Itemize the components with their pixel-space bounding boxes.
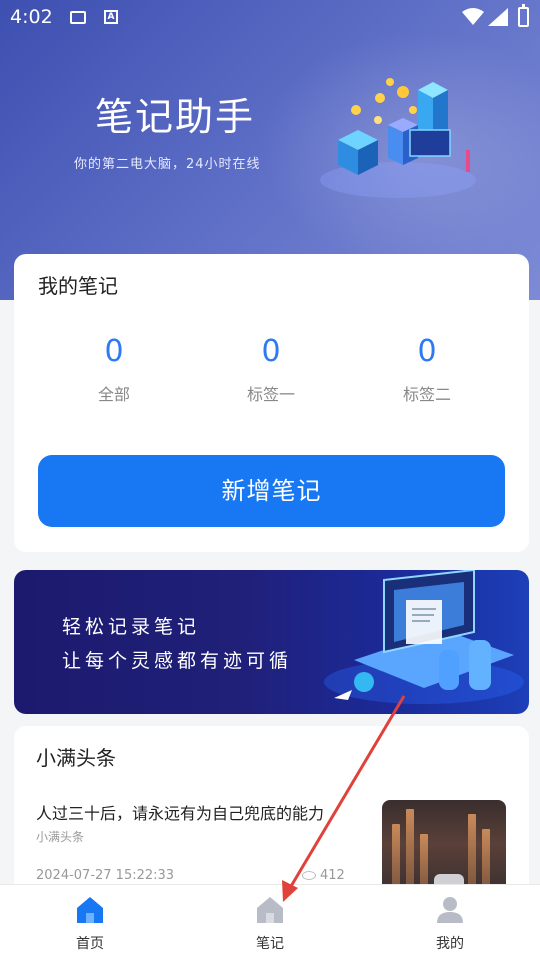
stat-all-count: 0 bbox=[104, 334, 124, 369]
tab-notes-label: 笔记 bbox=[256, 936, 284, 952]
stat-tag-two-count: 0 bbox=[417, 334, 437, 369]
tab-home[interactable]: 首页 bbox=[30, 885, 150, 960]
my-notes-card: 我的笔记 0 全部 0 标签一 0 标签二 新增笔记 bbox=[14, 254, 529, 552]
wifi-icon bbox=[462, 8, 484, 25]
status-bar: 4:02 A bbox=[0, 0, 540, 36]
home-icon bbox=[77, 897, 103, 923]
home-icon bbox=[257, 897, 283, 923]
image-icon bbox=[70, 11, 86, 24]
stat-tag-one-count: 0 bbox=[261, 334, 281, 369]
status-time: 4:02 bbox=[10, 6, 53, 28]
tab-home-label: 首页 bbox=[76, 936, 104, 952]
app-title: 笔记助手 bbox=[95, 95, 256, 139]
banner-line-1: 轻松记录笔记 bbox=[62, 616, 201, 638]
a-icon: A bbox=[104, 10, 118, 24]
stat-tag-one[interactable]: 0 标签一 bbox=[196, 334, 346, 405]
user-icon bbox=[437, 897, 463, 923]
tab-notes[interactable]: 笔记 bbox=[210, 885, 330, 960]
laptop-illustration bbox=[324, 570, 524, 704]
stat-tag-one-label: 标签一 bbox=[246, 385, 295, 404]
add-note-button[interactable]: 新增笔记 bbox=[38, 455, 505, 527]
news-item-views: 412 bbox=[302, 868, 345, 883]
banner-line-2: 让每个灵感都有迹可循 bbox=[62, 650, 293, 672]
eye-icon bbox=[302, 871, 316, 880]
bottom-tab-bar: 首页 笔记 我的 bbox=[0, 884, 540, 960]
news-item-view-count: 412 bbox=[320, 868, 345, 883]
tab-mine[interactable]: 我的 bbox=[390, 885, 510, 960]
promo-banner[interactable]: 轻松记录笔记 让每个灵感都有迹可循 bbox=[14, 570, 529, 714]
my-notes-title: 我的笔记 bbox=[38, 274, 118, 298]
news-heading: 小满头条 bbox=[36, 746, 116, 770]
tab-mine-label: 我的 bbox=[436, 936, 464, 952]
stat-all-label: 全部 bbox=[97, 385, 130, 404]
battery-icon bbox=[518, 4, 529, 27]
news-item-title[interactable]: 人过三十后，请永远有为自己兜底的能力 bbox=[36, 800, 356, 824]
isometric-city-illustration bbox=[320, 78, 476, 198]
app-subtitle: 你的第二电大脑，24小时在线 bbox=[74, 157, 261, 172]
news-item-date: 2024-07-27 15:22:33 bbox=[36, 868, 175, 883]
stat-tag-two-label: 标签二 bbox=[402, 385, 451, 404]
stat-all[interactable]: 0 全部 bbox=[39, 334, 189, 405]
stat-tag-two[interactable]: 0 标签二 bbox=[352, 334, 502, 405]
news-item-source: 小满头条 bbox=[36, 830, 85, 844]
signal-icon bbox=[488, 8, 508, 26]
